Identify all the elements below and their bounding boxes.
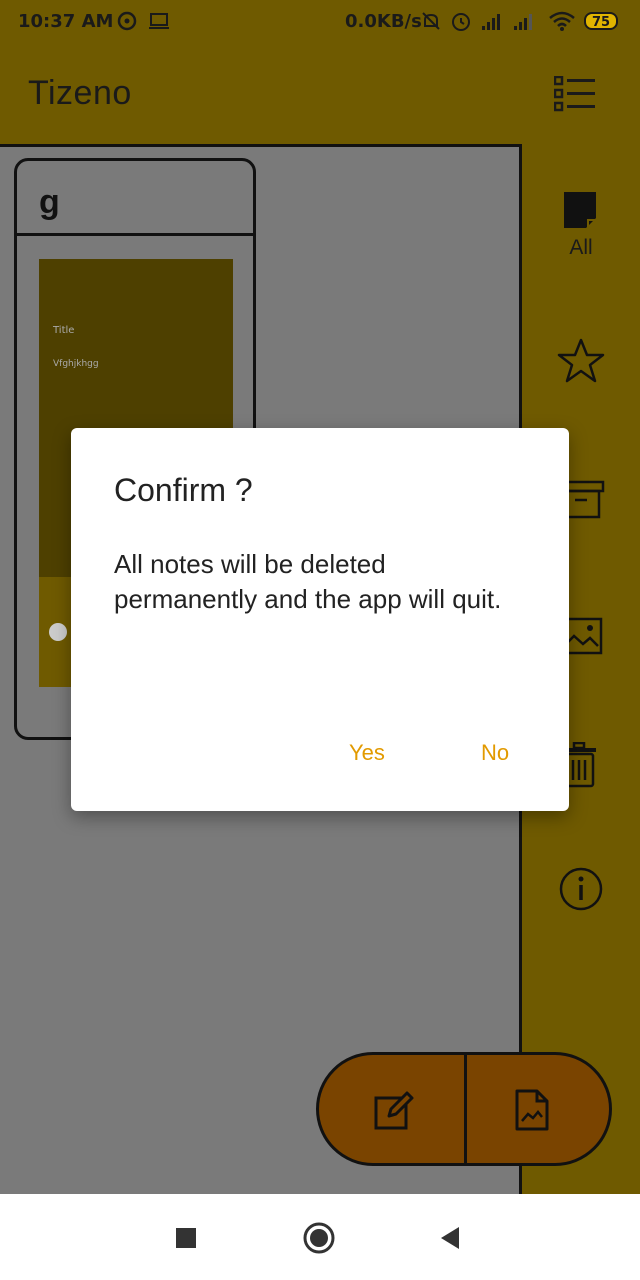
list-view-icon[interactable] — [554, 76, 596, 112]
mute-icon — [422, 12, 440, 30]
app-bar: Tizeno — [0, 44, 640, 144]
alarm-icon — [452, 13, 470, 31]
back-button[interactable] — [438, 1216, 462, 1260]
system-nav-bar — [0, 1194, 640, 1280]
confirm-dialog: Confirm ? All notes will be deleted perm… — [71, 428, 569, 811]
recent-apps-button[interactable] — [175, 1216, 197, 1260]
info-icon[interactable] — [556, 866, 606, 912]
chat-icon — [117, 11, 137, 31]
status-bar: 10:37 AM 0.0KB/s 75 — [0, 0, 640, 44]
network-speed: 0.0KB/s — [345, 11, 422, 32]
battery-icon: 75 — [584, 12, 618, 30]
no-button[interactable]: No — [481, 740, 509, 766]
app-title: Tizeno — [28, 74, 132, 112]
signal-icon-2 — [514, 14, 532, 30]
thumbnail-circle — [49, 623, 67, 641]
status-time: 10:37 AM — [18, 11, 114, 32]
laptop-icon — [149, 13, 169, 29]
edit-note-icon[interactable] — [373, 1089, 415, 1131]
all-notes-icon[interactable] — [556, 190, 602, 230]
note-title: g — [39, 183, 60, 221]
fab-group — [316, 1052, 612, 1166]
thumbnail-title: Title — [53, 325, 75, 336]
thumbnail-body: Vfghjkhgg — [53, 359, 99, 369]
wifi-icon — [549, 11, 575, 31]
star-icon[interactable] — [556, 336, 606, 386]
all-label[interactable]: All — [552, 236, 610, 260]
fab-divider — [464, 1055, 467, 1163]
yes-button[interactable]: Yes — [349, 740, 385, 766]
dialog-title: Confirm ? — [114, 472, 253, 508]
dialog-message: All notes will be deleted permanently an… — [114, 549, 502, 614]
signal-icon — [482, 14, 500, 30]
note-card-divider — [17, 233, 253, 236]
image-note-icon[interactable] — [511, 1089, 553, 1131]
home-button[interactable] — [302, 1216, 336, 1260]
